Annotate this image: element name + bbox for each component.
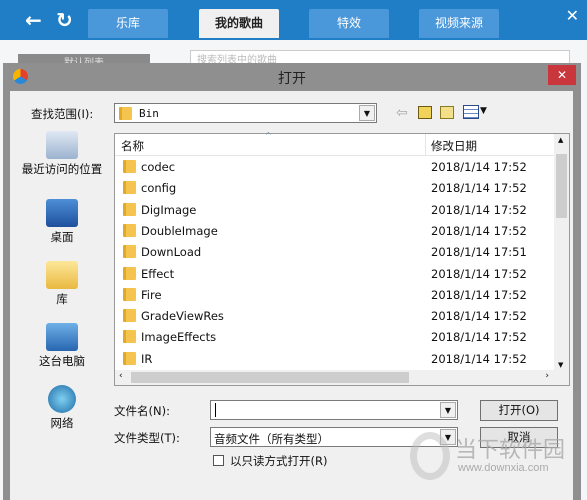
file-date: 2018/1/14 17:52 <box>431 223 527 238</box>
dialog-title: 打开 <box>278 71 306 87</box>
horizontal-scrollbar[interactable]: ‹ › <box>115 370 569 385</box>
sort-ascending-icon: ^ <box>265 131 272 140</box>
place-label: 这台电脑 <box>39 354 85 368</box>
place-label: 桌面 <box>50 230 74 244</box>
watermark-name: 当下软件园 <box>455 438 566 463</box>
place-this-pc[interactable]: 这台电脑 <box>18 323 106 369</box>
folder-icon <box>123 351 136 365</box>
column-date[interactable]: 修改日期 <box>431 138 477 154</box>
file-date: 2018/1/14 17:52 <box>431 160 527 174</box>
folder-icon <box>123 202 136 216</box>
place-recent[interactable]: 最近访问的位置 <box>18 131 106 177</box>
filetype-value: 音频文件（所有类型） <box>214 432 329 446</box>
file-row[interactable]: codec 2018/1/14 17:52 <box>115 156 555 177</box>
file-date: 2018/1/14 17:52 <box>431 181 527 196</box>
recent-places-icon <box>46 131 78 159</box>
readonly-checkbox[interactable] <box>213 455 224 466</box>
file-name: config <box>141 181 177 196</box>
file-row[interactable]: DoubleImage 2018/1/14 17:52 <box>115 220 555 241</box>
vertical-scrollbar[interactable]: ▲ ▼ <box>554 134 569 371</box>
watermark-url: www.downxia.com <box>458 462 549 474</box>
file-date: 2018/1/14 17:52 <box>431 330 527 345</box>
folder-icon <box>123 330 136 344</box>
list-header: 名称 ^ 修改日期 <box>115 131 555 156</box>
up-folder-icon[interactable] <box>418 106 432 119</box>
file-row[interactable]: GradeViewRes 2018/1/14 17:52 <box>115 305 555 326</box>
dialog-titlebar: 打开 ✕ <box>3 63 581 91</box>
open-button[interactable]: 打开(O) <box>480 400 558 421</box>
folder-icon <box>123 223 136 237</box>
file-date: 2018/1/14 17:52 <box>431 309 527 324</box>
place-desktop[interactable]: 桌面 <box>18 199 106 245</box>
file-date: 2018/1/14 17:52 <box>431 266 527 281</box>
file-name: Fire <box>141 287 162 302</box>
folder-icon <box>123 160 136 173</box>
place-label: 库 <box>56 292 68 306</box>
view-dropdown-icon[interactable]: ▼ <box>480 106 487 116</box>
file-name: DoubleImage <box>141 223 218 238</box>
app-header: ← ↻ 乐库 我的歌曲 特效 视频来源 ✕ <box>0 0 587 40</box>
file-list[interactable]: 名称 ^ 修改日期 codec 2018/1/14 17:52 config 2018… <box>114 131 570 386</box>
folder-icon <box>123 309 136 323</box>
filename-input[interactable]: ▼ <box>210 400 458 420</box>
back-arrow-icon[interactable]: ⇦ <box>396 105 408 121</box>
look-in-value: Bin <box>139 107 159 120</box>
folder-icon <box>119 107 132 120</box>
refresh-icon[interactable]: ↻ <box>56 8 73 32</box>
chevron-down-icon[interactable]: ▼ <box>440 402 456 418</box>
desktop-icon <box>46 199 78 227</box>
file-name: IR <box>141 351 153 366</box>
readonly-label: 以只读方式打开(R) <box>230 454 328 468</box>
filetype-label: 文件类型(T): <box>114 431 180 445</box>
folder-icon <box>123 266 136 280</box>
libraries-icon <box>46 261 78 289</box>
network-icon <box>48 385 76 413</box>
folder-icon <box>123 245 136 259</box>
file-row[interactable]: config 2018/1/14 17:52 <box>115 177 555 198</box>
file-name: codec <box>141 160 176 174</box>
look-in-select[interactable]: Bin ▼ <box>114 103 377 123</box>
tab-library[interactable]: 乐库 <box>88 9 168 38</box>
look-in-label: 查找范围(I): <box>31 107 94 121</box>
app-close-icon[interactable]: ✕ <box>566 6 579 25</box>
file-row[interactable]: Effect 2018/1/14 17:52 <box>115 263 555 284</box>
file-date: 2018/1/14 17:52 <box>431 202 527 217</box>
filename-label: 文件名(N): <box>114 404 170 418</box>
file-name: DigImage <box>141 202 197 217</box>
filename-value <box>215 403 216 417</box>
file-row[interactable]: IR 2018/1/14 17:52 <box>115 348 555 369</box>
place-label: 最近访问的位置 <box>21 162 103 176</box>
file-date: 2018/1/14 17:52 <box>431 351 527 366</box>
file-date: 2018/1/14 17:51 <box>431 245 527 260</box>
tab-my-songs[interactable]: 我的歌曲 <box>199 9 279 38</box>
file-row[interactable]: DownLoad 2018/1/14 17:51 <box>115 241 555 262</box>
file-name: GradeViewRes <box>141 309 224 324</box>
file-name: ImageEffects <box>141 330 217 345</box>
tab-video-source[interactable]: 视频来源 <box>419 9 499 38</box>
computer-icon <box>46 323 78 351</box>
watermark-logo-icon <box>410 432 450 480</box>
new-folder-icon[interactable] <box>440 106 454 119</box>
tab-effects[interactable]: 特效 <box>309 9 389 38</box>
place-network[interactable]: 网络 <box>18 385 106 431</box>
file-date: 2018/1/14 17:52 <box>431 287 527 302</box>
file-name: Effect <box>141 266 175 281</box>
folder-icon <box>123 287 136 301</box>
dialog-close-button[interactable]: ✕ <box>548 65 576 85</box>
file-name: DownLoad <box>141 245 202 260</box>
file-row[interactable]: ImageEffects 2018/1/14 17:52 <box>115 326 555 347</box>
column-name[interactable]: 名称 <box>121 138 144 154</box>
folder-icon <box>123 181 136 195</box>
view-menu-icon[interactable] <box>463 105 479 119</box>
file-row[interactable]: Fire 2018/1/14 17:52 <box>115 284 555 305</box>
place-libraries[interactable]: 库 <box>18 261 106 307</box>
scroll-thumb[interactable] <box>556 154 567 218</box>
file-row[interactable]: DigImage 2018/1/14 17:52 <box>115 199 555 220</box>
scroll-thumb[interactable] <box>131 372 409 383</box>
chevron-down-icon[interactable]: ▼ <box>359 105 375 121</box>
back-icon[interactable]: ← <box>25 8 42 32</box>
place-label: 网络 <box>50 416 74 430</box>
